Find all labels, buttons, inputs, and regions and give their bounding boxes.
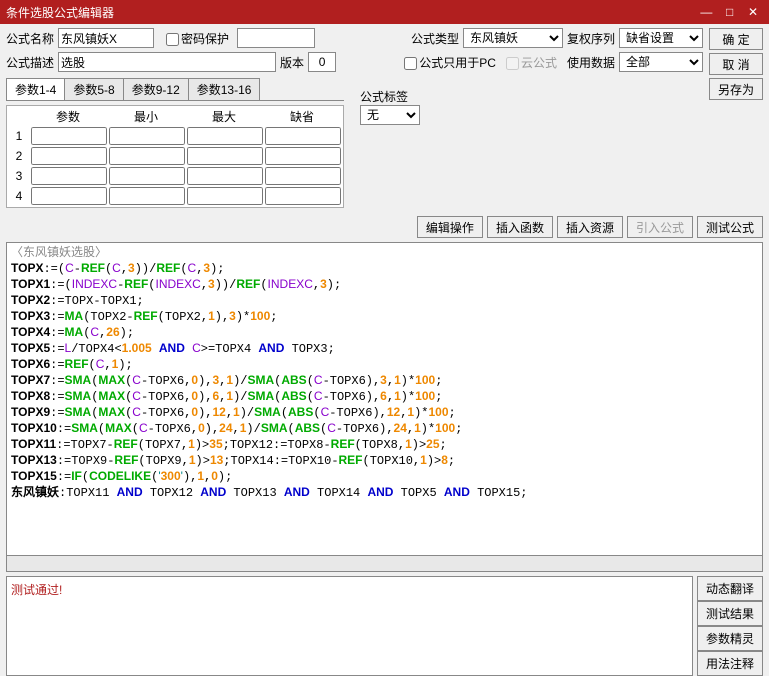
dyntrans-button[interactable]: 动态翻译: [697, 576, 763, 601]
cancel-button[interactable]: 取 消: [709, 53, 763, 75]
param-input[interactable]: [187, 147, 263, 165]
param-input[interactable]: [265, 187, 341, 205]
pwd-input[interactable]: [237, 28, 315, 48]
name-label: 公式名称: [6, 30, 54, 47]
code-editor[interactable]: 〈东风镇妖选股〉 TOPX:=(C-REF(C,3))/REF(C,3); TO…: [6, 242, 763, 556]
param-input[interactable]: [31, 127, 107, 145]
insfunc-button[interactable]: 插入函数: [487, 216, 553, 238]
status-text: 测试通过!: [11, 583, 62, 597]
test-button[interactable]: 测试公式: [697, 216, 763, 238]
tag-select[interactable]: 无: [360, 105, 420, 125]
param-input[interactable]: [109, 127, 185, 145]
paramwiz-button[interactable]: 参数精灵: [697, 626, 763, 651]
window-title: 条件选股公式编辑器: [6, 4, 114, 21]
titlebar: 条件选股公式编辑器 — □ ✕: [0, 0, 769, 24]
desc-input[interactable]: [58, 52, 276, 72]
paramhdr-min: 最小: [107, 108, 185, 125]
param-input[interactable]: [31, 147, 107, 165]
minimize-icon[interactable]: —: [696, 5, 716, 19]
import-button: 引入公式: [627, 216, 693, 238]
fuquan-select[interactable]: 缺省设置: [619, 28, 703, 48]
cloud-checkbox: [506, 57, 519, 70]
status-panel: 测试通过!: [6, 576, 693, 676]
param-input[interactable]: [187, 127, 263, 145]
testres-button[interactable]: 测试结果: [697, 601, 763, 626]
editop-button[interactable]: 编辑操作: [417, 216, 483, 238]
hscrollbar[interactable]: [6, 556, 763, 572]
ok-button[interactable]: 确 定: [709, 28, 763, 50]
tab-params-9-12[interactable]: 参数9-12: [123, 78, 189, 100]
paramhdr-max: 最大: [185, 108, 263, 125]
pwd-label: 密码保护: [181, 32, 229, 46]
param-input[interactable]: [187, 187, 263, 205]
pconly-checkbox[interactable]: [404, 57, 417, 70]
ver-input[interactable]: [308, 52, 336, 72]
type-label: 公式类型: [411, 30, 459, 47]
name-input[interactable]: [58, 28, 154, 48]
usedata-label: 使用数据: [567, 54, 615, 71]
tab-params-5-8[interactable]: 参数5-8: [64, 78, 123, 100]
paramhdr-name: 参数: [29, 108, 107, 125]
pwd-checkbox[interactable]: [166, 33, 179, 46]
type-select[interactable]: 东风镇妖: [463, 28, 563, 48]
tab-params-13-16[interactable]: 参数13-16: [188, 78, 261, 100]
cloud-label: 云公式: [521, 56, 557, 70]
usedata-select[interactable]: 全部: [619, 52, 703, 72]
param-input[interactable]: [31, 187, 107, 205]
param-input[interactable]: [109, 187, 185, 205]
tab-params-1-4[interactable]: 参数1-4: [6, 78, 65, 100]
param-input[interactable]: [109, 167, 185, 185]
tag-label: 公式标签: [360, 88, 420, 105]
param-tabs: 参数1-4 参数5-8 参数9-12 参数13-16: [6, 78, 344, 101]
param-input[interactable]: [187, 167, 263, 185]
pconly-label: 公式只用于PC: [419, 56, 496, 70]
close-icon[interactable]: ✕: [743, 5, 763, 19]
desc-label: 公式描述: [6, 54, 54, 71]
param-input[interactable]: [265, 147, 341, 165]
saveas-button[interactable]: 另存为: [709, 78, 763, 100]
insres-button[interactable]: 插入资源: [557, 216, 623, 238]
param-grid: 参数最小最大缺省 1 2 3 4: [6, 105, 344, 208]
fuquan-label: 复权序列: [567, 30, 615, 47]
usage-button[interactable]: 用法注释: [697, 651, 763, 676]
param-input[interactable]: [265, 167, 341, 185]
maximize-icon[interactable]: □: [720, 5, 740, 19]
param-input[interactable]: [265, 127, 341, 145]
paramhdr-def: 缺省: [263, 108, 341, 125]
param-input[interactable]: [31, 167, 107, 185]
param-input[interactable]: [109, 147, 185, 165]
ver-label: 版本: [280, 54, 304, 71]
